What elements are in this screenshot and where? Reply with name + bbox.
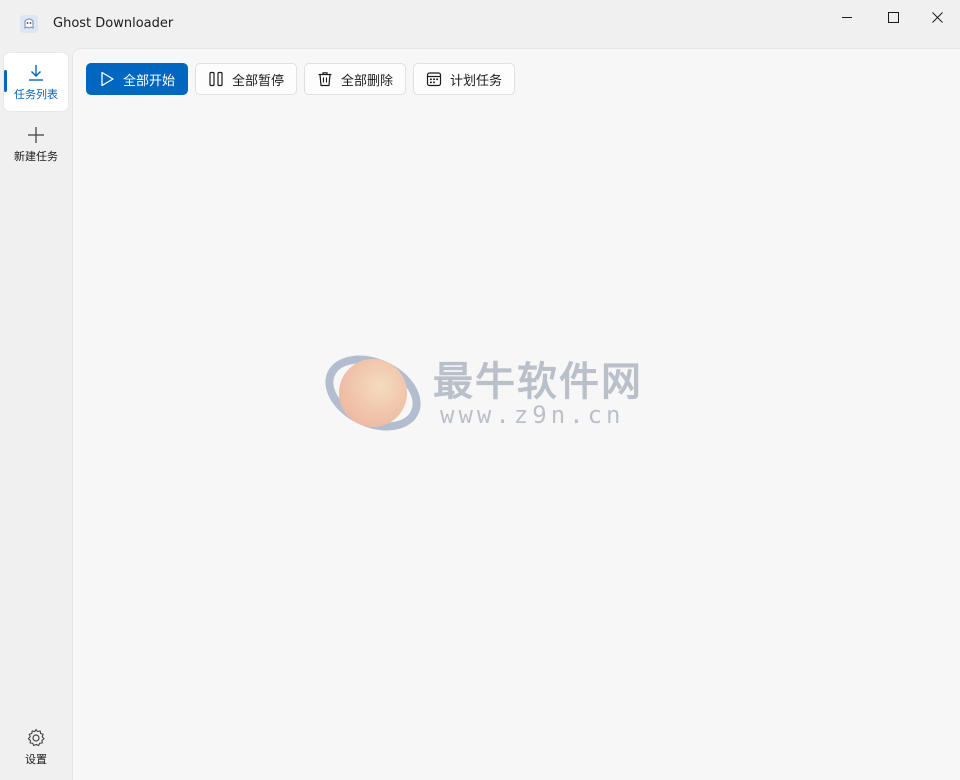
download-icon	[29, 64, 43, 81]
sidebar-item-label: 设置	[25, 752, 47, 766]
sidebar-item-label: 任务列表	[14, 87, 58, 101]
minimize-button[interactable]	[824, 0, 870, 34]
minimize-icon	[842, 17, 852, 18]
watermark-logo-icon	[325, 355, 421, 431]
sidebar-item-settings[interactable]: 设置	[4, 718, 68, 776]
watermark: 最牛软件网 www.z9n.cn	[318, 341, 648, 451]
play-icon	[101, 71, 114, 87]
pause-all-label: 全部暂停	[232, 73, 285, 89]
app-logo-icon	[20, 15, 38, 33]
task-list-panel: 全部开始 全部暂停 全部删除 计划任务 最牛软件网 www.z9n.cn	[72, 48, 960, 780]
watermark-text: 最牛软件网	[433, 359, 643, 405]
calendar-icon	[426, 72, 442, 87]
delete-all-label: 全部删除	[341, 73, 394, 89]
delete-all-button[interactable]: 全部删除	[304, 63, 407, 95]
sidebar-item-label: 新建任务	[14, 149, 58, 163]
start-all-label: 全部开始	[123, 73, 176, 89]
toolbar: 全部开始 全部暂停 全部删除 计划任务	[86, 63, 516, 95]
close-icon	[931, 11, 943, 23]
schedule-task-label: 计划任务	[450, 73, 503, 89]
watermark-url: www.z9n.cn	[440, 401, 625, 429]
pause-all-button[interactable]: 全部暂停	[195, 63, 298, 95]
schedule-task-button[interactable]: 计划任务	[413, 63, 516, 95]
sidebar-item-new-task[interactable]: 新建任务	[4, 115, 68, 173]
selection-indicator	[4, 70, 7, 92]
close-button[interactable]	[914, 0, 960, 34]
trash-icon	[318, 72, 332, 87]
pause-icon	[209, 71, 223, 87]
maximize-icon	[887, 11, 899, 23]
gear-icon	[27, 728, 45, 746]
title-bar: Ghost Downloader	[0, 0, 960, 48]
app-title: Ghost Downloader	[53, 16, 174, 31]
maximize-button[interactable]	[870, 0, 916, 34]
sidebar: 任务列表 新建任务 设置	[0, 48, 72, 780]
sidebar-item-task-list[interactable]: 任务列表	[4, 53, 68, 111]
start-all-button[interactable]: 全部开始	[86, 63, 189, 95]
plus-icon	[28, 126, 44, 143]
